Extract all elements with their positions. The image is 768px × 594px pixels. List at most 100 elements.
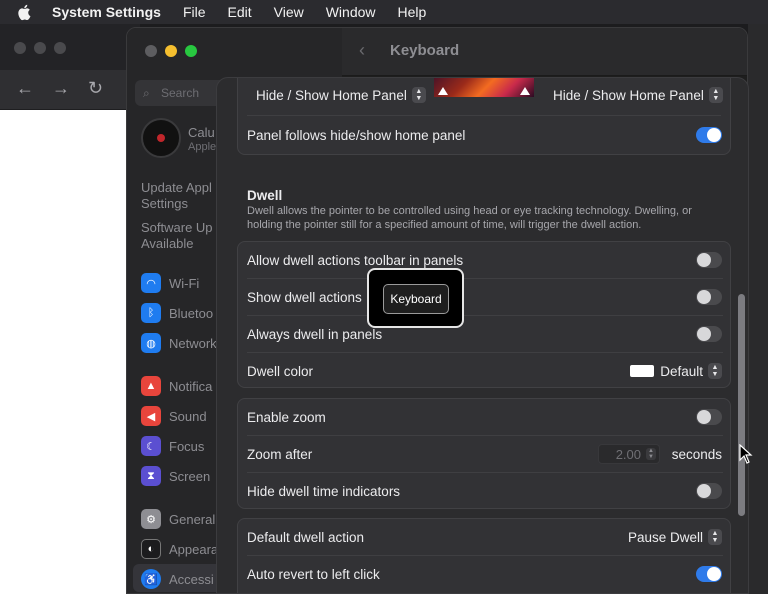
gear-icon: ⚙: [141, 509, 161, 529]
menu-help[interactable]: Help: [398, 4, 427, 20]
browser-back-icon[interactable]: ←: [16, 78, 34, 99]
browser-zoom-dot[interactable]: [54, 42, 66, 54]
dwell-action-group: Default dwell action Pause Dwell ▲ ▼ Auto…: [237, 518, 731, 593]
up-down-chevron-icon: ▲ ▼: [708, 87, 723, 103]
color-swatch: [630, 365, 655, 377]
menu-window[interactable]: Window: [326, 4, 376, 20]
enable-zoom-row: Enable zoom: [238, 399, 732, 436]
sidebar-item-notifications[interactable]: ▲ Notifica: [141, 375, 212, 397]
corner-marker-icon: [438, 87, 448, 95]
sidebar-item-label: Screen: [169, 468, 211, 484]
dwell-section-title: Dwell: [247, 188, 283, 203]
back-chevron-icon[interactable]: ‹: [359, 40, 365, 61]
zoom-after-unit: seconds: [671, 447, 722, 462]
sidebar-item-bluetooth[interactable]: ᛒ Bluetoo: [141, 302, 213, 324]
panel-follows-toggle[interactable]: [696, 127, 722, 143]
up-down-chevron-icon: ▲ ▼: [411, 87, 426, 103]
allow-dwell-toolbar-row: Allow dwell actions toolbar in panels: [238, 242, 732, 279]
accessibility-icon: ♿: [141, 569, 161, 589]
default-action-label: Default dwell action: [247, 530, 365, 545]
avatar[interactable]: [141, 118, 181, 158]
default-action-popup[interactable]: Pause Dwell ▲ ▼: [628, 529, 722, 545]
search-placeholder: Search: [161, 86, 200, 100]
stepper-arrows-icon[interactable]: ▲ ▼: [646, 448, 656, 460]
panel-follows-row: Panel follows hide/show home panel: [238, 117, 732, 154]
globe-icon: ◍: [141, 333, 161, 353]
browser-minimize-dot[interactable]: [34, 42, 46, 54]
hide-indicators-label: Hide dwell time indicators: [247, 484, 401, 499]
zoom-after-value: 2.00: [615, 447, 641, 462]
window-title: Keyboard: [390, 42, 460, 59]
background-window-strip: [748, 24, 768, 594]
sidebar-item-focus[interactable]: ☾ Focus: [141, 435, 204, 457]
app-name-menu[interactable]: System Settings: [52, 4, 161, 20]
allow-dwell-toolbar-toggle[interactable]: [696, 252, 722, 268]
menu-edit[interactable]: Edit: [228, 4, 252, 20]
browser-reload-icon[interactable]: ↻: [88, 78, 103, 99]
hide-indicators-toggle[interactable]: [696, 483, 722, 499]
sidebar-item-wifi[interactable]: ◠ Wi-Fi: [141, 272, 199, 294]
allow-dwell-toolbar-label: Allow dwell actions toolbar in panels: [247, 253, 464, 268]
sidebar-item-general[interactable]: ⚙ General: [141, 508, 215, 530]
zoom-button[interactable]: [185, 45, 197, 57]
panel-preview-image: [434, 78, 534, 97]
up-down-chevron-icon: ▲ ▼: [708, 363, 722, 379]
update-settings-line2[interactable]: Settings: [141, 196, 188, 211]
sheet-scrollbar[interactable]: [738, 294, 745, 516]
menu-file[interactable]: File: [183, 4, 206, 20]
software-update-line1[interactable]: Software Up: [141, 220, 213, 235]
hourglass-icon: ⧗: [141, 466, 161, 486]
bluetooth-icon: ᛒ: [141, 303, 161, 323]
sidebar-item-label: Focus: [169, 438, 205, 454]
sidebar-item-label: Notifica: [169, 378, 213, 394]
close-button[interactable]: [145, 45, 157, 57]
sidebar-item-appearance[interactable]: ◐ Appeara: [141, 538, 218, 560]
sidebar-item-accessibility[interactable]: ♿ Accessi: [141, 568, 214, 590]
auto-revert-toggle[interactable]: [696, 566, 722, 582]
dwell-section-description: Dwell allows the pointer to be controlle…: [247, 205, 692, 231]
update-settings-line1[interactable]: Update Appl: [141, 180, 212, 195]
menu-bar: System Settings File Edit View Window He…: [0, 0, 768, 24]
sidebar-item-label: Network: [169, 335, 217, 351]
enable-zoom-toggle[interactable]: [696, 409, 722, 425]
home-panel-group: Hide / Show Home Panel ▲ ▼ Hide / Show Ho…: [237, 78, 732, 155]
sidebar-item-label: Accessi: [169, 571, 214, 587]
sidebar-item-screen-time[interactable]: ⧗ Screen: [141, 465, 210, 487]
keyboard-tooltip: Keyboard: [367, 268, 464, 328]
popup-value: Hide / Show Home Panel: [553, 87, 704, 103]
auto-revert-label: Auto revert to left click: [247, 567, 380, 582]
search-icon: ⌕: [143, 86, 150, 100]
keyboard-button[interactable]: Keyboard: [383, 284, 449, 314]
dwell-color-popup[interactable]: Default ▲ ▼: [630, 363, 722, 379]
popup-value: Hide / Show Home Panel: [256, 87, 407, 103]
wifi-icon: ◠: [141, 273, 161, 293]
zoom-after-row: Zoom after 2.00 ▲ ▼ seconds: [238, 436, 732, 473]
always-dwell-toggle[interactable]: [696, 326, 722, 342]
software-update-line2[interactable]: Available: [141, 236, 194, 251]
home-panel-popup-left[interactable]: Hide / Show Home Panel ▲ ▼: [256, 87, 426, 103]
appearance-icon: ◐: [141, 539, 161, 559]
show-dwell-actions-toggle[interactable]: [696, 289, 722, 305]
zoom-after-stepper[interactable]: 2.00 ▲ ▼: [598, 444, 660, 464]
apple-logo-icon[interactable]: [16, 3, 34, 21]
mouse-cursor-icon: [739, 444, 753, 464]
browser-close-dot[interactable]: [14, 42, 26, 54]
popup-value: Default: [660, 363, 703, 379]
sidebar-item-sound[interactable]: ◀ Sound: [141, 405, 207, 427]
show-dwell-actions-row: Show dwell actions: [238, 279, 732, 316]
sidebar-item-network[interactable]: ◍ Network: [141, 332, 217, 354]
home-panel-popup-right[interactable]: Hide / Show Home Panel ▲ ▼: [553, 87, 723, 103]
menu-view[interactable]: View: [274, 4, 304, 20]
show-dwell-actions-label: Show dwell actions: [247, 290, 362, 305]
corner-marker-icon: [520, 87, 530, 95]
sidebar-item-label: Bluetoo: [169, 305, 214, 321]
always-dwell-label: Always dwell in panels: [247, 327, 383, 342]
bell-icon: ▲: [141, 376, 161, 396]
sidebar-item-label: Sound: [169, 408, 207, 424]
minimize-button[interactable]: [165, 45, 177, 57]
always-dwell-row: Always dwell in panels: [238, 316, 732, 353]
background-browser-window: ← → ↻: [0, 24, 140, 594]
browser-forward-icon[interactable]: →: [52, 78, 70, 99]
dwell-color-row: Dwell color Default ▲ ▼: [238, 353, 732, 390]
enable-zoom-label: Enable zoom: [247, 410, 326, 425]
